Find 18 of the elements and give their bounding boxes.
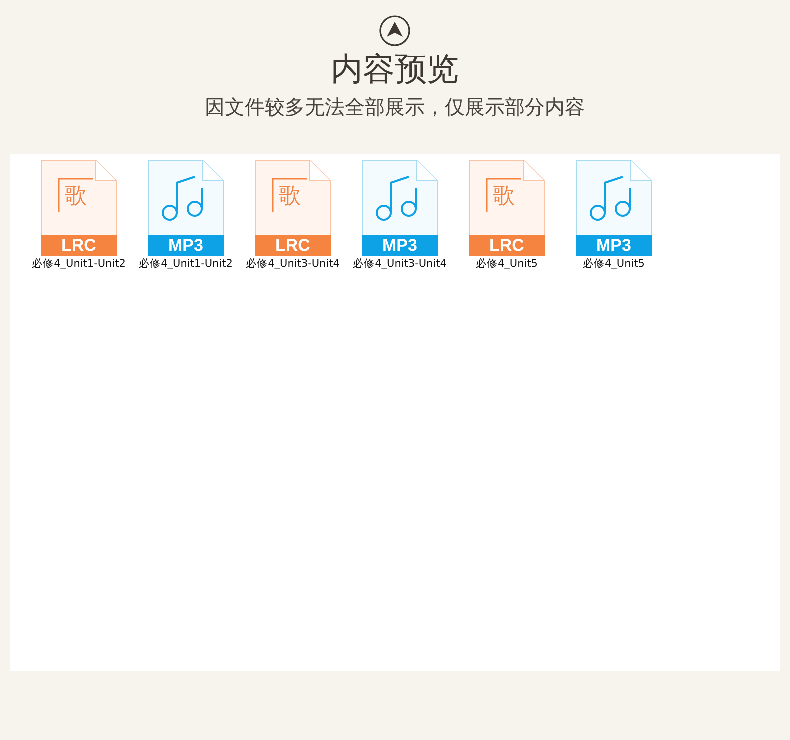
file-type-label: MP3 (576, 235, 652, 256)
lyrics-glyph: 歌 (278, 183, 302, 211)
preview-title: 内容预览 (331, 49, 459, 89)
file-name[interactable]: 必修4_Unit1-Unit2 (31, 257, 127, 271)
lyrics-glyph: 歌 (492, 183, 516, 211)
file-type-label: LRC (41, 235, 117, 256)
file-type-label: MP3 (362, 235, 438, 256)
file-name[interactable]: 必修4_Unit5 (459, 257, 555, 271)
lyrics-glyph: 歌 (64, 183, 88, 211)
preview-subtitle: 因文件较多无法全部展示，仅展示部分内容 (205, 94, 585, 121)
collapse-icon[interactable] (379, 15, 411, 47)
file-type-label: LRC (255, 235, 331, 256)
file-type-label: LRC (469, 235, 545, 256)
file-type-label: MP3 (148, 235, 224, 256)
file-name[interactable]: 必修4_Unit3-Unit4 (352, 257, 448, 271)
file-name[interactable]: 必修4_Unit3-Unit4 (245, 257, 341, 271)
file-name[interactable]: 必修4_Unit1-Unit2 (138, 257, 234, 271)
file-name[interactable]: 必修4_Unit5 (566, 257, 662, 271)
